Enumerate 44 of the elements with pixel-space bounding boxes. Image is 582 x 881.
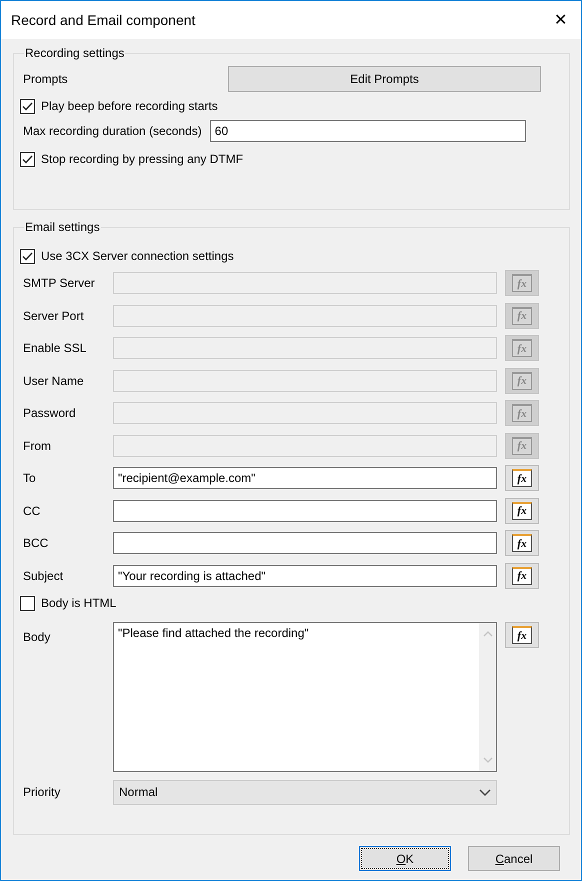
prompts-label: Prompts [22, 72, 68, 86]
checkbox-label: Stop recording by pressing any DTMF [41, 152, 244, 166]
field-label: SMTP Server [22, 276, 96, 290]
checkbox[interactable] [20, 152, 35, 166]
field-label: BCC [22, 536, 50, 550]
field-label: Body [22, 629, 52, 644]
duration-label: Max recording duration (seconds) [22, 124, 202, 138]
group-title: Recording settings [24, 46, 126, 60]
checkbox[interactable] [20, 596, 35, 610]
field-label: Priority [22, 785, 62, 800]
cancel-button[interactable]: Cancel [468, 846, 560, 871]
field-label: User Name [22, 374, 85, 388]
priority-dropdown[interactable]: Normal [113, 780, 497, 805]
window-title: Record and Email component [11, 12, 196, 28]
input-field[interactable] [113, 532, 497, 554]
group-title: Email settings [24, 220, 101, 234]
field-label: Enable SSL [22, 341, 88, 356]
caret-icon [479, 788, 491, 796]
field-label: Server Port [22, 308, 85, 323]
input-field[interactable] [113, 500, 497, 522]
checkbox-label: Play beep before recording starts [41, 99, 218, 113]
field-label: Password [22, 406, 77, 420]
input-field[interactable]: "Your recording is attached" [113, 564, 497, 587]
scroll-down-icon[interactable] [482, 757, 492, 763]
input-field[interactable]: "recipient@example.com" [113, 467, 497, 490]
field-label: Subject [22, 568, 64, 583]
formula-button[interactable]: fx [505, 622, 539, 648]
ok-button[interactable]: OK [359, 846, 451, 871]
formula-button[interactable]: fx [505, 465, 539, 492]
body-text-area[interactable]: "Please find attached the recording" [113, 622, 497, 772]
formula-button[interactable]: fx [505, 498, 539, 524]
field-label: From [22, 438, 52, 453]
scroll-up-icon[interactable] [482, 631, 492, 637]
edit-prompts-button[interactable]: Edit Prompts [228, 66, 541, 92]
duration-field[interactable]: 60 [210, 120, 526, 142]
checkbox-label: Use 3CX Server connection settings [41, 249, 234, 263]
close-button[interactable]: ✕ [550, 10, 571, 30]
checkbox[interactable] [20, 248, 35, 264]
checkbox[interactable] [20, 98, 35, 114]
checkbox-label: Body is HTML [41, 596, 116, 610]
field-label: To [22, 471, 37, 486]
field-label: CC [22, 504, 42, 518]
formula-button[interactable]: fx [505, 530, 539, 556]
formula-button[interactable]: fx [505, 562, 539, 589]
